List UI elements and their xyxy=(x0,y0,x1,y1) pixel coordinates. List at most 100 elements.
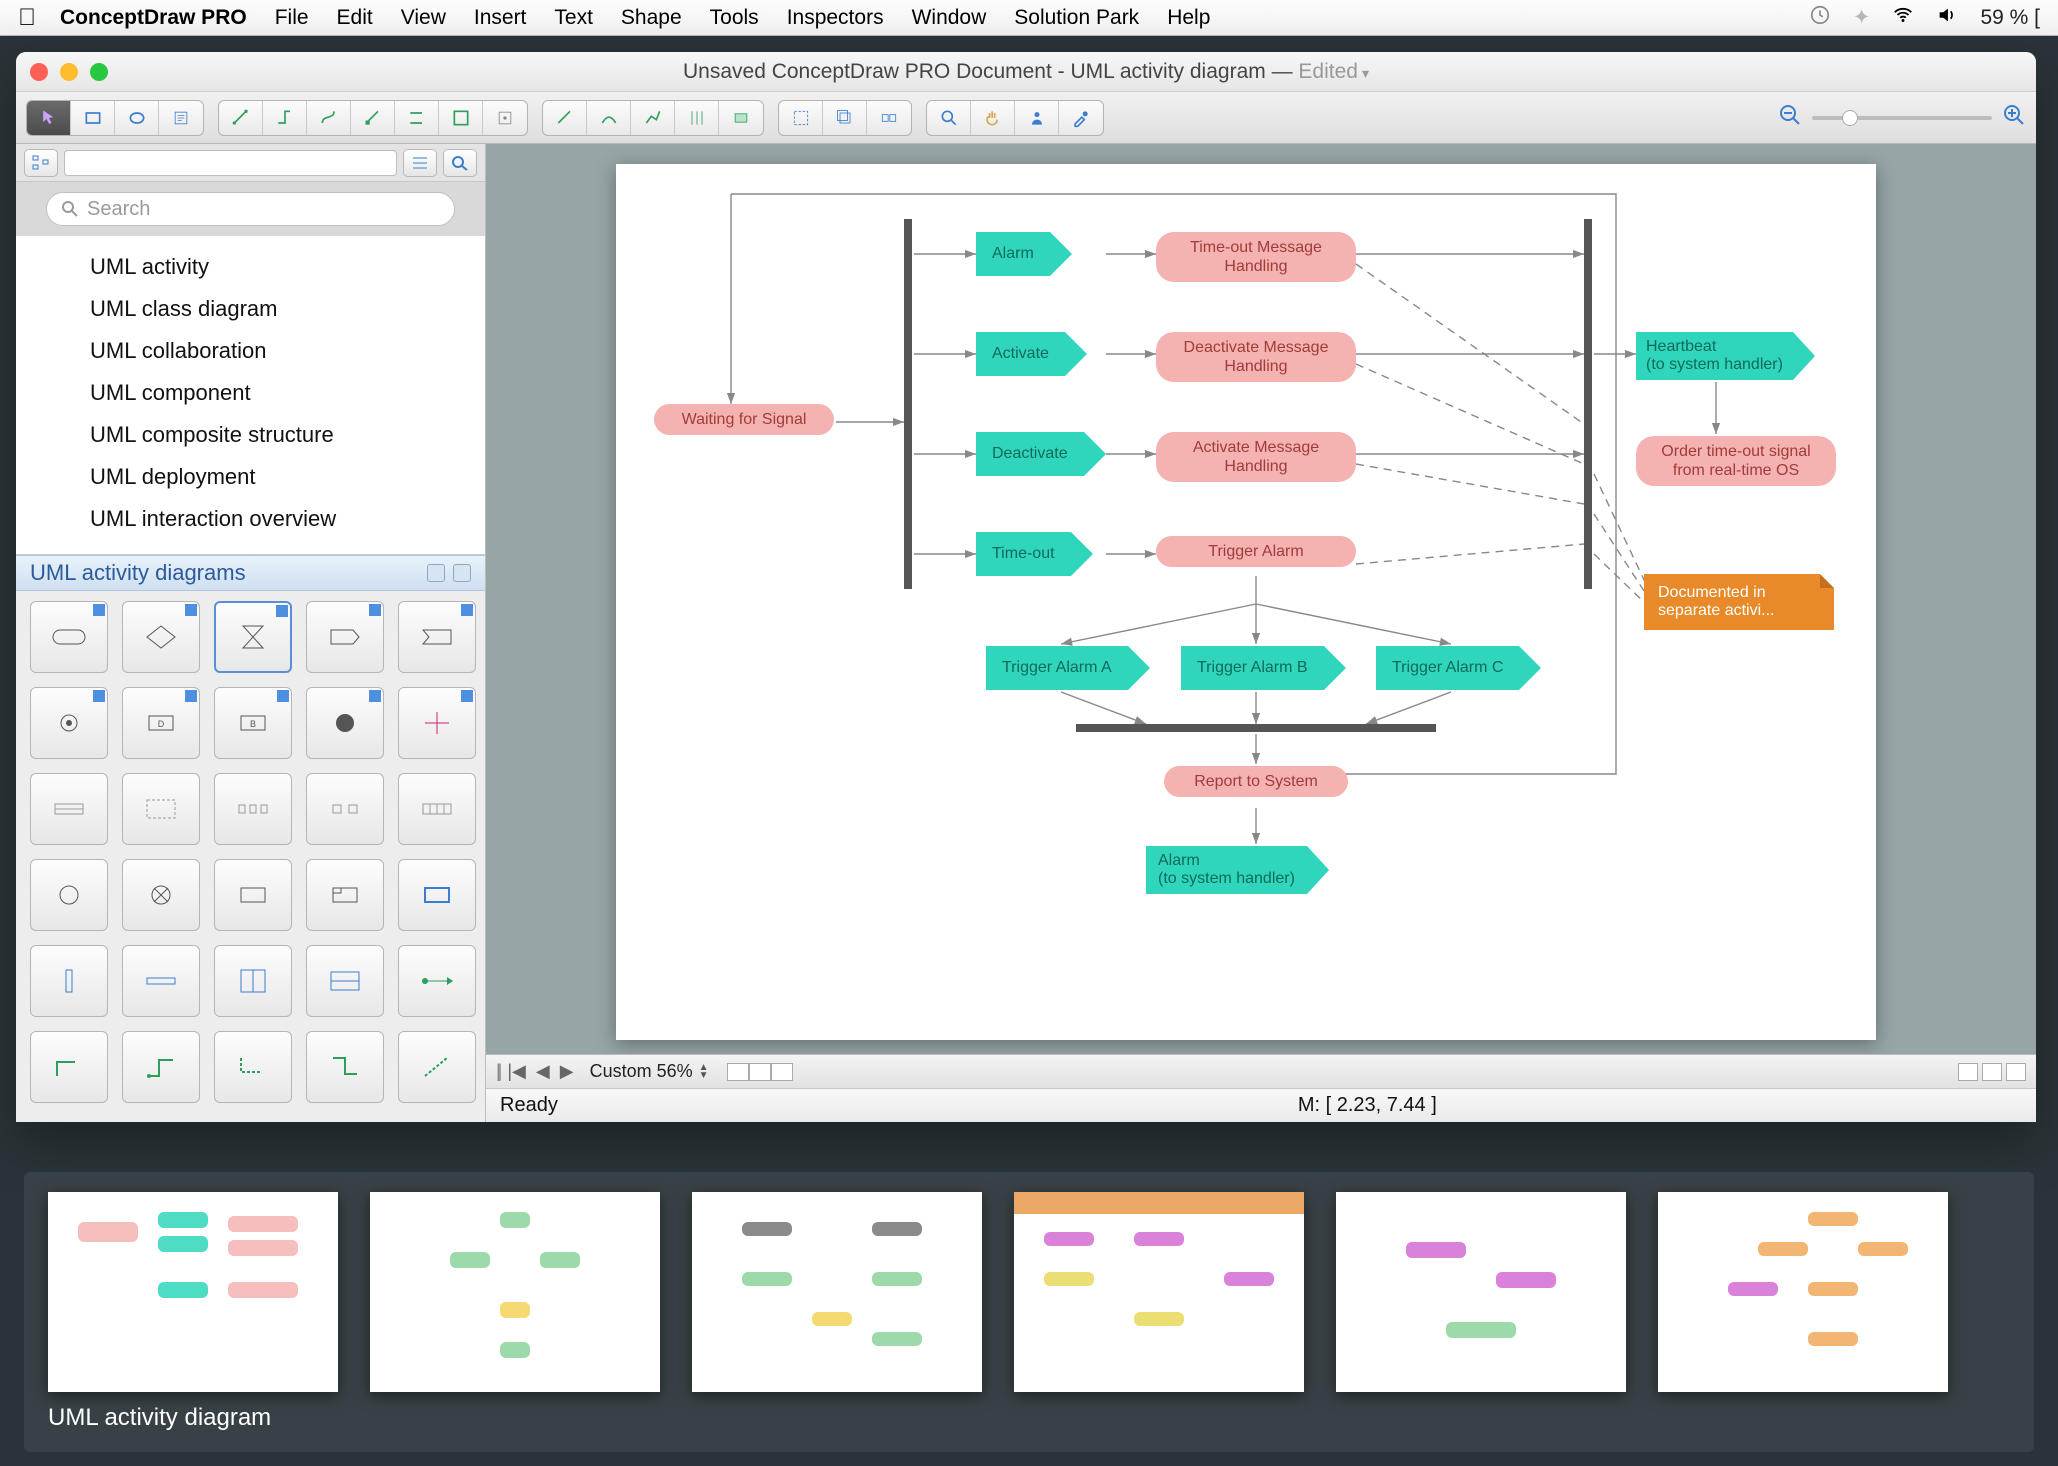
nav-next[interactable]: ▶ xyxy=(560,1061,574,1082)
stencil-elbow-2[interactable] xyxy=(122,1031,200,1103)
fork-bar-1[interactable] xyxy=(904,219,912,589)
canvas[interactable]: Waiting for Signal Alarm Activate Deacti… xyxy=(486,144,2036,1054)
menu-window[interactable]: Window xyxy=(912,6,987,30)
node-report[interactable]: Report to System xyxy=(1164,766,1348,797)
stencil-final[interactable] xyxy=(306,687,384,759)
split-handle[interactable]: || xyxy=(496,1061,499,1082)
gallery-thumb-5[interactable] xyxy=(1336,1192,1626,1392)
gallery-thumb-2[interactable] xyxy=(370,1192,660,1392)
gallery-thumb-3[interactable] xyxy=(692,1192,982,1392)
wifi-icon[interactable] xyxy=(1892,4,1914,32)
stencil-vbar[interactable] xyxy=(30,945,108,1017)
arrange-2[interactable] xyxy=(823,101,867,135)
connector-5[interactable] xyxy=(395,101,439,135)
app-name[interactable]: ConceptDraw PRO xyxy=(60,6,247,30)
signal-trigger-b[interactable]: Trigger Alarm B xyxy=(1181,646,1346,690)
stencil-expansion[interactable] xyxy=(398,773,476,845)
signal-trigger-a[interactable]: Trigger Alarm A xyxy=(986,646,1150,690)
menu-tools[interactable]: Tools xyxy=(710,6,759,30)
arrange-1[interactable] xyxy=(779,101,823,135)
menu-view[interactable]: View xyxy=(401,6,446,30)
line-4[interactable] xyxy=(675,101,719,135)
stencil-hbar[interactable] xyxy=(122,945,200,1017)
stencil-pins3[interactable] xyxy=(214,773,292,845)
stencil-header[interactable]: UML activity diagrams xyxy=(16,555,485,591)
tree-item-uml-interaction[interactable]: UML interaction overview xyxy=(16,498,485,540)
stencil-circle-x[interactable] xyxy=(122,859,200,931)
ellipse-tool[interactable] xyxy=(115,101,159,135)
tree-item-uml-composite[interactable]: UML composite structure xyxy=(16,414,485,456)
stencil-circle[interactable] xyxy=(30,859,108,931)
connector-6[interactable] xyxy=(439,101,483,135)
zoom-track[interactable] xyxy=(1812,116,1992,120)
sidebar-search-icon[interactable] xyxy=(443,149,477,177)
signal-heartbeat[interactable]: Heartbeat (to system handler) xyxy=(1636,332,1815,380)
page-thumbs[interactable] xyxy=(727,1063,793,1081)
apple-menu-icon[interactable]:  xyxy=(18,4,36,32)
stencil-partition-v[interactable] xyxy=(214,945,292,1017)
stencil-partition-h[interactable] xyxy=(306,945,384,1017)
volume-icon[interactable] xyxy=(1936,4,1958,32)
time-machine-icon[interactable] xyxy=(1809,4,1831,32)
zoom-tool[interactable] xyxy=(927,101,971,135)
menu-inspectors[interactable]: Inspectors xyxy=(787,6,884,30)
stencil-region[interactable] xyxy=(122,773,200,845)
stencil-elbow-4[interactable] xyxy=(306,1031,384,1103)
stencil-pins2[interactable] xyxy=(306,773,384,845)
line-2[interactable] xyxy=(587,101,631,135)
line-3[interactable] xyxy=(631,101,675,135)
view-mode-buttons[interactable] xyxy=(1958,1063,2036,1081)
zoom-slider[interactable] xyxy=(1778,103,2026,133)
connector-3[interactable] xyxy=(307,101,351,135)
gallery-thumb-6[interactable] xyxy=(1658,1192,1948,1392)
signal-activate[interactable]: Activate xyxy=(976,332,1087,376)
arrange-3[interactable] xyxy=(867,101,911,135)
stencil-frame[interactable] xyxy=(214,859,292,931)
tree-item-uml-collab[interactable]: UML collaboration xyxy=(16,330,485,372)
connector-4[interactable] xyxy=(351,101,395,135)
close-window-button[interactable] xyxy=(30,63,48,81)
join-bar-3[interactable] xyxy=(1076,724,1436,732)
stencil-diamond[interactable] xyxy=(122,601,200,673)
line-1[interactable] xyxy=(543,101,587,135)
page[interactable]: Waiting for Signal Alarm Activate Deacti… xyxy=(616,164,1876,1040)
signal-alarm-handler[interactable]: Alarm (to system handler) xyxy=(1146,846,1329,894)
presentation-tool[interactable] xyxy=(1015,101,1059,135)
text-tool[interactable] xyxy=(159,101,203,135)
tree-item-uml-deployment[interactable]: UML deployment xyxy=(16,456,485,498)
title-dropdown-icon[interactable]: ▾ xyxy=(1362,65,1369,81)
stencil-rounded-rect[interactable] xyxy=(30,601,108,673)
node-deactivate-handling[interactable]: Deactivate Message Handling xyxy=(1156,332,1356,382)
stencil-object-d[interactable]: D xyxy=(122,687,200,759)
stencil-signal-send[interactable] xyxy=(306,601,384,673)
join-bar-2[interactable] xyxy=(1584,219,1592,589)
stencil-elbow-3[interactable] xyxy=(214,1031,292,1103)
zoom-window-button[interactable] xyxy=(90,63,108,81)
sidebar-filter-input[interactable] xyxy=(64,150,397,176)
gallery-thumb-1[interactable] xyxy=(48,1192,338,1392)
stencil-frame-tab[interactable] xyxy=(306,859,384,931)
stencil-save-icon[interactable] xyxy=(427,564,445,582)
menu-text[interactable]: Text xyxy=(554,6,593,30)
stencil-frame-hl[interactable] xyxy=(398,859,476,931)
eyedropper-tool[interactable] xyxy=(1059,101,1103,135)
note-documented[interactable]: Documented in separate activi... xyxy=(1644,574,1834,630)
bluetooth-icon[interactable]: ✦ xyxy=(1853,5,1871,30)
zoom-out-icon[interactable] xyxy=(1778,103,1802,133)
node-order-timeout[interactable]: Order time-out signal from real-time OS xyxy=(1636,436,1836,486)
signal-trigger-c[interactable]: Trigger Alarm C xyxy=(1376,646,1541,690)
stencil-signal-recv[interactable] xyxy=(398,601,476,673)
menu-file[interactable]: File xyxy=(275,6,309,30)
stencil-swimlane-h[interactable] xyxy=(30,773,108,845)
signal-deactivate[interactable]: Deactivate xyxy=(976,432,1106,476)
stencil-elbow-1[interactable] xyxy=(30,1031,108,1103)
signal-alarm[interactable]: Alarm xyxy=(976,232,1072,276)
zoom-thumb[interactable] xyxy=(1842,110,1858,126)
menu-help[interactable]: Help xyxy=(1167,6,1210,30)
nav-first[interactable]: |◀ xyxy=(507,1061,526,1082)
pointer-tool[interactable] xyxy=(27,101,71,135)
line-5[interactable] xyxy=(719,101,763,135)
connector-7[interactable] xyxy=(483,101,527,135)
stencil-initial[interactable] xyxy=(30,687,108,759)
tree-item-uml-activity[interactable]: UML activity xyxy=(16,246,485,288)
